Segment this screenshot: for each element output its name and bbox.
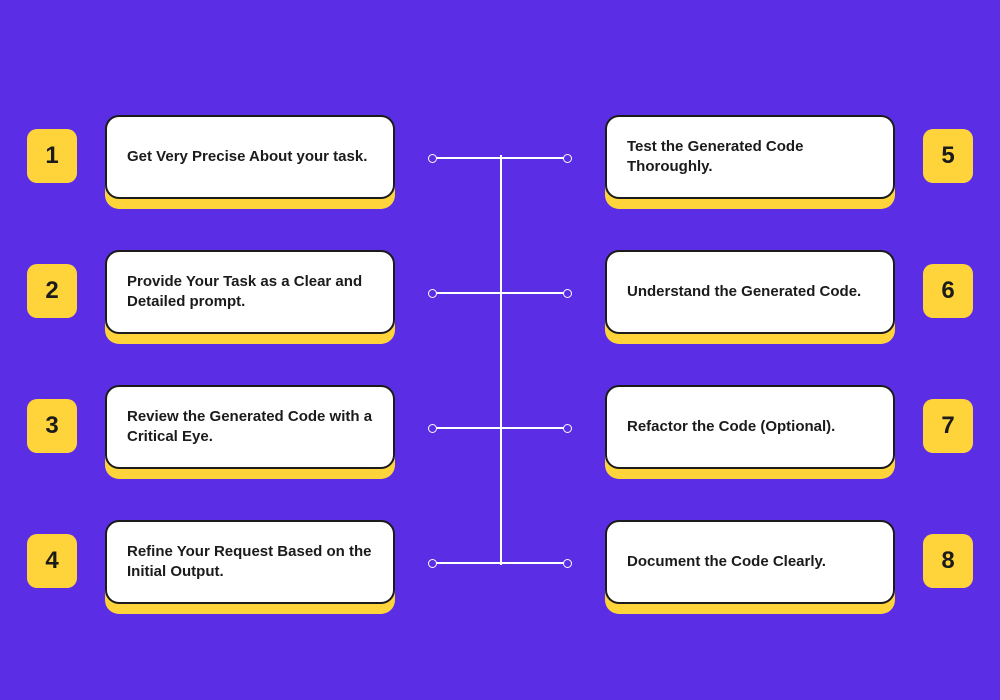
- step-item: 1 Get Very Precise About your task.: [65, 115, 405, 205]
- step-item: 2 Provide Your Task as a Clear and Detai…: [65, 250, 405, 340]
- step-card: Provide Your Task as a Clear and Detaile…: [105, 250, 395, 334]
- step-card: Test the Generated Code Thoroughly.: [605, 115, 895, 199]
- step-number-badge: 1: [27, 129, 77, 183]
- step-number-badge: 8: [923, 534, 973, 588]
- step-text: Get Very Precise About your task.: [127, 147, 367, 167]
- step-card: Refine Your Request Based on the Initial…: [105, 520, 395, 604]
- step-number-badge: 3: [27, 399, 77, 453]
- step-item: 8 Document the Code Clearly.: [595, 520, 935, 610]
- steps-right-column: 5 Test the Generated Code Thoroughly. 6 …: [595, 115, 935, 610]
- step-item: 3 Review the Generated Code with a Criti…: [65, 385, 405, 475]
- timeline-rung: [433, 157, 567, 159]
- step-item: 7 Refactor the Code (Optional).: [595, 385, 935, 475]
- timeline-rung: [433, 292, 567, 294]
- step-number-badge: 2: [27, 264, 77, 318]
- step-number-badge: 5: [923, 129, 973, 183]
- step-card: Document the Code Clearly.: [605, 520, 895, 604]
- step-text: Review the Generated Code with a Critica…: [127, 407, 373, 448]
- timeline-rung: [433, 562, 567, 564]
- step-item: 6 Understand the Generated Code.: [595, 250, 935, 340]
- step-card: Understand the Generated Code.: [605, 250, 895, 334]
- timeline-spine: [500, 155, 502, 565]
- step-text: Provide Your Task as a Clear and Detaile…: [127, 272, 373, 313]
- step-card: Get Very Precise About your task.: [105, 115, 395, 199]
- step-card: Refactor the Code (Optional).: [605, 385, 895, 469]
- step-number-badge: 7: [923, 399, 973, 453]
- steps-left-column: 1 Get Very Precise About your task. 2 Pr…: [65, 115, 405, 610]
- step-number-badge: 6: [923, 264, 973, 318]
- step-text: Refine Your Request Based on the Initial…: [127, 542, 373, 583]
- step-number-badge: 4: [27, 534, 77, 588]
- step-item: 5 Test the Generated Code Thoroughly.: [595, 115, 935, 205]
- step-item: 4 Refine Your Request Based on the Initi…: [65, 520, 405, 610]
- timeline-rung: [433, 427, 567, 429]
- step-text: Document the Code Clearly.: [627, 552, 826, 572]
- step-text: Test the Generated Code Thoroughly.: [627, 137, 873, 178]
- step-text: Refactor the Code (Optional).: [627, 417, 835, 437]
- step-card: Review the Generated Code with a Critica…: [105, 385, 395, 469]
- step-text: Understand the Generated Code.: [627, 282, 861, 302]
